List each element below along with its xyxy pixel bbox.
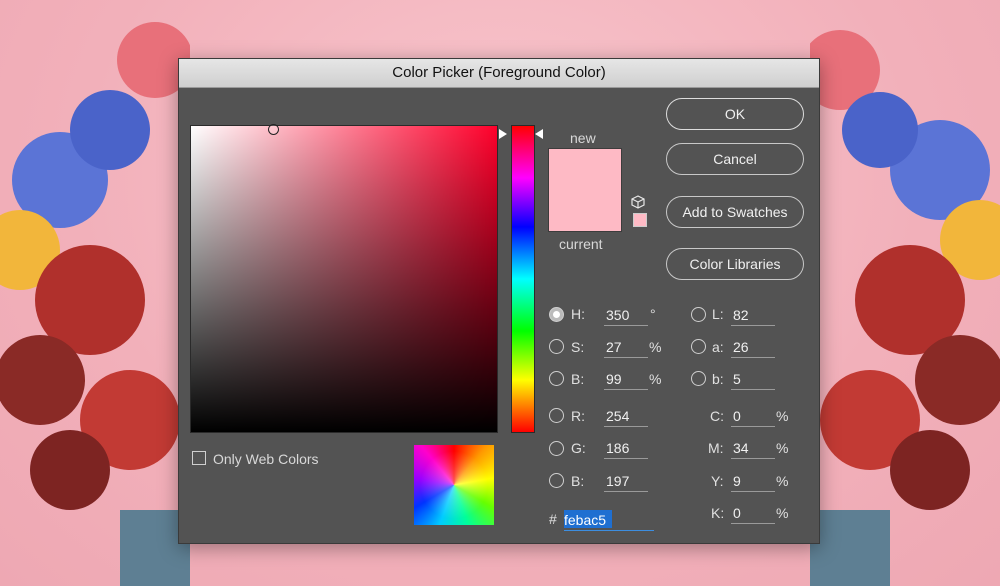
input-c[interactable] bbox=[731, 406, 775, 427]
label-c: C: bbox=[710, 408, 724, 424]
input-a[interactable] bbox=[731, 337, 775, 358]
color-preview-swatch bbox=[548, 148, 622, 232]
color-field-cursor[interactable] bbox=[268, 124, 279, 135]
label-y: Y: bbox=[711, 473, 724, 489]
label-lab-b: b: bbox=[712, 371, 724, 387]
cube-icon[interactable] bbox=[631, 195, 645, 209]
current-color-label: current bbox=[559, 236, 603, 252]
radio-s[interactable] bbox=[549, 339, 564, 354]
input-s[interactable] bbox=[604, 337, 648, 358]
hue-slider[interactable] bbox=[511, 125, 535, 433]
flower-bouquet-right bbox=[810, 30, 1000, 586]
input-k[interactable] bbox=[731, 503, 775, 524]
saturation-brightness-field[interactable] bbox=[190, 124, 498, 433]
input-h[interactable] bbox=[604, 305, 648, 326]
label-l: L: bbox=[712, 306, 724, 322]
radio-l[interactable] bbox=[691, 307, 706, 322]
radio-lab-b[interactable] bbox=[691, 371, 706, 386]
web-safe-swatch[interactable] bbox=[633, 213, 647, 227]
input-rgb-b[interactable] bbox=[604, 471, 648, 492]
color-libraries-button[interactable]: Color Libraries bbox=[666, 248, 804, 280]
radio-rgb-b[interactable] bbox=[549, 473, 564, 488]
unit-c: % bbox=[776, 408, 789, 424]
label-m: M: bbox=[708, 440, 724, 456]
unit-degree: ° bbox=[650, 306, 656, 322]
label-a: a: bbox=[712, 339, 724, 355]
ok-button[interactable]: OK bbox=[666, 98, 804, 130]
label-b: B: bbox=[571, 371, 585, 387]
hex-prefix: # bbox=[549, 511, 557, 527]
unit-k: % bbox=[776, 505, 789, 521]
only-web-colors-label: Only Web Colors bbox=[213, 451, 319, 467]
input-m[interactable] bbox=[731, 438, 775, 459]
radio-h[interactable] bbox=[549, 307, 564, 322]
label-rgb-b: B: bbox=[571, 473, 585, 489]
radio-a[interactable] bbox=[691, 339, 706, 354]
radio-g[interactable] bbox=[549, 441, 564, 456]
unit-y: % bbox=[776, 473, 789, 489]
add-to-swatches-button[interactable]: Add to Swatches bbox=[666, 196, 804, 228]
new-color-label: new bbox=[570, 130, 596, 146]
hex-input[interactable] bbox=[564, 510, 654, 531]
radio-r[interactable] bbox=[549, 408, 564, 423]
input-g[interactable] bbox=[604, 438, 648, 459]
label-s: S: bbox=[571, 339, 585, 355]
hue-slider-arrow-left[interactable] bbox=[499, 129, 507, 139]
hue-slider-arrow-right[interactable] bbox=[535, 129, 543, 139]
input-b[interactable] bbox=[604, 369, 648, 390]
input-r[interactable] bbox=[604, 406, 648, 427]
unit-m: % bbox=[776, 440, 789, 456]
input-lab-b[interactable] bbox=[731, 369, 775, 390]
color-picker-dialog: Color Picker (Foreground Color) new curr… bbox=[178, 58, 820, 544]
flower-bouquet-left bbox=[0, 22, 190, 586]
cancel-button[interactable]: Cancel bbox=[666, 143, 804, 175]
unit-s: % bbox=[649, 339, 662, 355]
label-g: G: bbox=[571, 440, 586, 456]
label-r: R: bbox=[571, 408, 585, 424]
only-web-colors-checkbox[interactable] bbox=[192, 451, 206, 465]
input-l[interactable] bbox=[731, 305, 775, 326]
unit-b: % bbox=[649, 371, 662, 387]
label-k: K: bbox=[711, 505, 725, 521]
input-y[interactable] bbox=[731, 471, 775, 492]
radio-b[interactable] bbox=[549, 371, 564, 386]
label-h: H: bbox=[571, 306, 585, 322]
color-wheel-preview bbox=[414, 445, 494, 525]
dialog-title: Color Picker (Foreground Color) bbox=[179, 59, 819, 88]
